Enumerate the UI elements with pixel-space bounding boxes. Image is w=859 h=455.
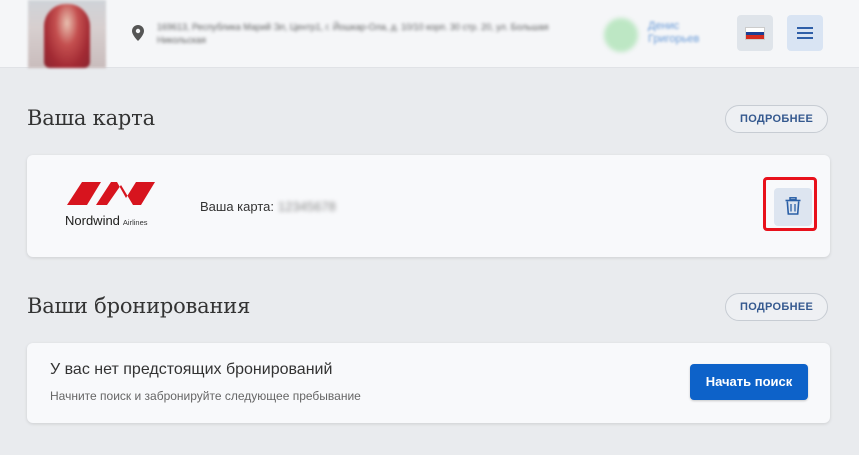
- language-button[interactable]: [737, 15, 773, 51]
- empty-bookings-title: У вас нет предстоящих бронирований: [50, 361, 333, 378]
- loyalty-card-panel: Nordwind Airlines Ваша карта: 12345678: [27, 155, 830, 257]
- card-number: 12345678: [277, 199, 336, 214]
- menu-icon: [797, 27, 813, 29]
- bookings-more-button[interactable]: ПОДРОБНЕЕ: [725, 293, 829, 321]
- hotel-photo: [28, 0, 106, 68]
- header: 169613, Республика Марий Эл, Центр1, г. …: [0, 0, 859, 68]
- hotel-address: 169613, Республика Марий Эл, Центр1, г. …: [157, 22, 549, 45]
- delete-highlight: [763, 177, 817, 231]
- delete-card-button[interactable]: [774, 188, 812, 226]
- bookings-panel: У вас нет предстоящих бронирований Начни…: [27, 343, 830, 423]
- trash-icon: [785, 197, 801, 215]
- card-number-label: Ваша карта: 12345678: [200, 199, 336, 214]
- empty-bookings-subtitle: Начните поиск и забронируйте следующее п…: [50, 389, 361, 403]
- user-avatar[interactable]: [604, 18, 638, 52]
- nordwind-logo-text: Nordwind Airlines: [65, 213, 148, 228]
- card-section-title: Ваша карта: [27, 106, 155, 130]
- russia-flag-icon: [745, 27, 765, 40]
- user-name[interactable]: Денис Григорьев: [648, 20, 718, 46]
- start-search-button[interactable]: Начать поиск: [690, 364, 808, 400]
- bookings-section-title: Ваши бронирования: [27, 294, 251, 318]
- location-pin-icon: [132, 25, 144, 41]
- card-more-button[interactable]: ПОДРОБНЕЕ: [725, 105, 829, 133]
- menu-button[interactable]: [787, 15, 823, 51]
